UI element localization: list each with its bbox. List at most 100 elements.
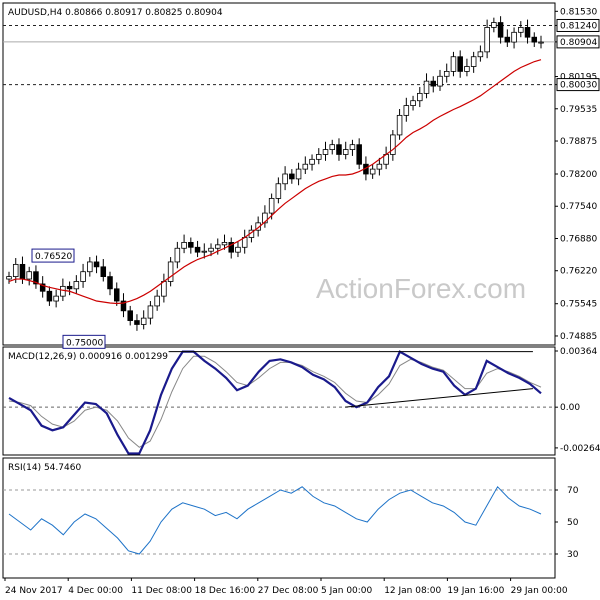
time-axis-label: 4 Dec 00:00 [68,586,123,596]
price-annotation-label: 0.76520 [35,252,72,262]
watermark: ActionForex.com [316,273,526,304]
price-axis-label: 0.76880 [560,234,597,244]
candle-body [194,246,201,253]
macd-signal-line [8,355,542,448]
price-axis-label: 0.78875 [560,137,597,147]
price-axis-label: 0.81240 [560,21,597,31]
price-axis-label: 0.80904 [560,38,597,48]
time-axis-label: 18 Dec 16:00 [195,586,256,596]
candle-body [376,163,383,170]
candle-body [450,56,457,72]
candle-body [349,144,356,150]
chart-svg: ActionForex.com 0.81530 0.81240 0.80904 0.80… [2,2,600,596]
candle-body [12,263,19,277]
rsi-line [8,485,542,555]
candle-body [322,149,329,155]
candle-body [221,241,228,246]
candle-body [295,168,302,180]
candle-body [46,290,53,302]
candle-body [275,183,282,199]
candle-body [201,250,208,253]
candle-body [140,317,147,325]
price-axis-label: 0.80030 [560,81,597,91]
candle-body [53,295,59,302]
candle-body [369,168,376,175]
candle-body [390,134,396,155]
macd-axis-label: 0.00364 [560,347,597,357]
macd-main-line [8,350,542,455]
price-title: AUDUSD,H4 0.80866 0.80917 0.80825 0.8090… [8,8,223,18]
candle-body [268,198,275,214]
price-axis-label: 0.77540 [560,202,597,212]
time-axis-label: 12 Jan 08:00 [384,586,441,596]
price-axis-label: 0.81530 [560,7,597,17]
candle-body [127,310,133,321]
candle-body [134,320,140,325]
candle-body [19,263,26,280]
candle-body [188,241,194,248]
time-axis-label: 11 Dec 08:00 [131,586,192,596]
candle-body [484,27,490,53]
candle-body [161,281,167,297]
pane-frame-3 [2,457,556,579]
candle-body [302,163,309,170]
candle-body [417,92,423,102]
candle-body [538,41,544,44]
candle-body [497,22,504,38]
candle-body [470,56,477,67]
time-axis-label: 27 Dec 08:00 [258,586,319,596]
candle-body [100,266,107,278]
price-axis-label: 0.74885 [560,332,597,342]
candle-body [80,271,86,282]
candle-body [174,247,181,263]
candle-body [154,295,160,307]
candle-body [289,173,295,180]
time-axis-label: 24 Nov 2017 [5,586,63,596]
candle-body [329,144,335,150]
candle-body [396,114,403,136]
candle-body [93,261,100,268]
candle-body [457,56,463,72]
rsi-axis-label: 70 [567,486,579,496]
candle-body [403,105,410,116]
rsi-title: RSI(14) 54.7460 [8,463,81,473]
candle-body [531,36,538,43]
candle-body [73,281,80,290]
macd-title: MACD(12,26,9) 0.000916 0.001299 [8,352,168,362]
candle-body [511,31,517,43]
candle-body [26,271,32,280]
price-annotation-label: 0.75000 [66,338,103,348]
price-axis-label: 0.76220 [560,267,597,277]
candle-body [215,244,221,249]
candle-body [336,144,342,155]
candle-body [464,66,470,72]
time-axis-label: 19 Jan 16:00 [447,586,504,596]
candle-body [518,27,524,33]
candle-body [423,80,430,94]
candle-body [443,71,450,77]
candle-body [87,261,93,273]
rsi-axis-label: 30 [567,550,579,560]
candle-body [437,75,443,87]
candle-body [107,276,113,290]
candle-body [167,261,174,282]
macd-axis-label: 0.00 [560,403,580,413]
candle-body [66,285,73,290]
chart-window: ActionForex.com 0.81530 0.81240 0.80904 0.80… [0,0,600,600]
candle-body [430,80,437,87]
candle-body [235,246,241,253]
candle-body [316,154,322,160]
candle-body [410,100,416,107]
candle-body [113,288,120,302]
candle-body [491,22,497,28]
time-axis-label: 5 Jan 00:00 [321,586,373,596]
price-axis-label: 0.75545 [560,300,597,310]
candle-body [524,27,531,38]
candle-body [208,247,214,252]
price-axis-label: 0.79535 [560,105,597,115]
candle-body [181,241,187,249]
rsi-axis-label: 50 [567,518,579,528]
candle-body [282,173,288,185]
candle-body [356,144,362,165]
candle-body [147,305,154,319]
